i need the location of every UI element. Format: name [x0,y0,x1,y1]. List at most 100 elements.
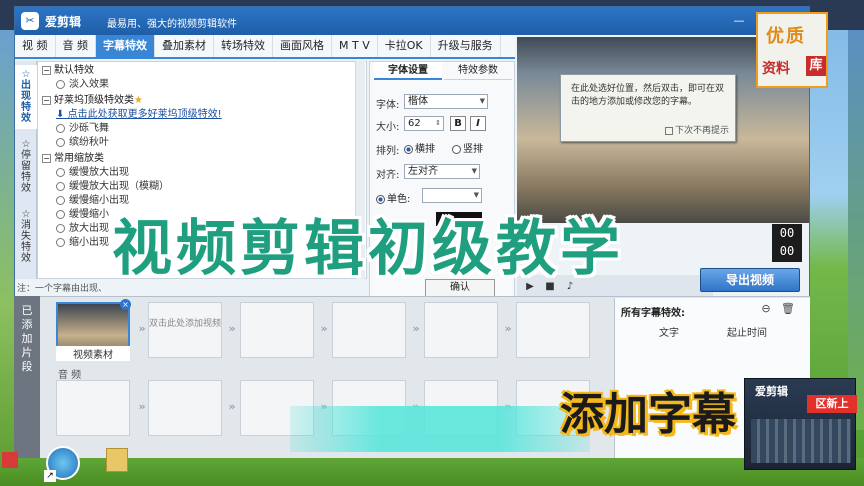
corner-banner: 区新上 [807,395,857,413]
effect-item[interactable]: 缓慢放大出现 [56,166,129,180]
align-select[interactable]: 左对齐 ▼ [404,164,480,179]
title-bar: ✂ 爱剪辑 最易用、强大的视频剪辑软件 — [15,7,809,35]
size-input[interactable]: 62 ⇕ [404,116,444,131]
empty-clip-slot[interactable] [332,302,406,358]
tab-video[interactable]: 视 频 [15,35,56,57]
export-video-button[interactable]: 导出视频 [700,268,800,292]
tab-transition[interactable]: 转场特效 [214,35,273,57]
category-zoom[interactable]: − 常用缩放类 [42,152,104,166]
tab-style[interactable]: 画面风格 [273,35,332,57]
vnav-stay[interactable]: ☆ 停留特效 [15,135,37,199]
vnav-disappear-label: 消失特效 [21,220,31,264]
minimize-icon[interactable]: — [731,14,747,28]
vnav-stay-label: 停留特效 [21,150,31,194]
tab-overlay[interactable]: 叠加素材 [155,35,214,57]
tab-font-settings[interactable]: 字体设置 [374,62,442,80]
timecode-line: 00 [779,226,795,240]
category-default[interactable]: − 默认特效 [42,64,94,78]
bold-button[interactable]: B [450,116,466,131]
corner-city-image [751,419,851,463]
fx-panel-title: 所有字幕特效: [621,308,685,319]
tab-audio[interactable]: 音 频 [56,35,96,57]
tab-karaoke[interactable]: 卡拉OK [378,35,431,57]
clip-label: 视频素材 [56,346,130,361]
back-icon[interactable]: ⊖ [759,302,773,316]
audio-track-label: 音 频 [58,370,82,381]
font-select[interactable]: 楷体 ▼ [404,94,488,109]
tab-effect-params[interactable]: 特效参数 [444,62,512,80]
badge-text-library: 库 [806,56,826,76]
effect-label: 放大出现 [69,223,109,234]
radio-icon [56,137,65,147]
category-hollywood[interactable]: − 好莱坞顶级特效类★ [42,94,143,108]
effect-item[interactable]: 缓慢缩小 [56,208,109,222]
radio-icon [56,209,65,219]
chevron-right-icon: » [504,322,512,335]
effect-label: 缓慢放大出现（模糊） [69,181,169,192]
trash-icon[interactable]: 🗑 [781,302,795,316]
effect-item[interactable]: 淡入效果 [56,78,109,92]
effect-label: 淡入效果 [69,79,109,90]
italic-button[interactable]: I [470,116,486,131]
hint-tooltip: 在此处选好位置，然后双击，即可在双击的地方添加或修改您的字幕。 下次不再提示 [560,74,736,142]
empty-clip-slot[interactable] [240,302,314,358]
vnav-appear-label: 出现特效 [21,80,31,124]
download-more-link[interactable]: ⬇ 点击此处获取更多好莱坞顶级特效! [56,108,222,122]
desktop-app-icon[interactable] [2,452,18,468]
layout-horizontal-radio[interactable]: 横排 [404,140,435,155]
effect-label: 缩小出现 [69,237,109,248]
size-label: 大小: [376,122,400,133]
collapse-icon: − [42,65,51,75]
layout-horizontal-label: 横排 [415,144,435,155]
radio-icon [56,223,65,233]
chevron-right-icon: » [228,322,236,335]
empty-clip-slot[interactable] [516,302,590,358]
empty-clip-slot[interactable] [148,302,222,358]
added-clips-side-label: 已添加片段 [14,296,40,458]
tab-mtv[interactable]: M T V [332,35,378,57]
layout-vertical-radio[interactable]: 竖排 [452,140,483,155]
tab-subtitle-effects[interactable]: 字幕特效 [96,35,155,57]
tab-upgrade[interactable]: 升级与服务 [431,35,501,57]
hint-dont-show-checkbox[interactable]: 下次不再提示 [665,123,729,136]
chevron-right-icon: » [412,322,420,335]
star-icon: ★ [134,95,143,106]
effect-item[interactable]: 沙砾飞舞 [56,122,109,136]
font-value: 楷体 [408,96,428,107]
app-name: 爱剪辑 [45,15,82,29]
highlight-bar [290,406,590,452]
font-label: 字体: [376,100,400,111]
vnav-disappear[interactable]: ☆ 消失特效 [15,205,37,269]
chevron-down-icon: ▼ [479,97,485,105]
hint-checkbox-label: 下次不再提示 [675,126,730,136]
app-slogan: 最易用、强大的视频剪辑软件 [107,19,237,30]
download-link-label: 点击此处获取更多好莱坞顶级特效! [67,109,222,120]
checkbox-icon [665,126,673,135]
chevron-right-icon: » [228,400,236,413]
empty-slot-hint: 双击此处添加视频 [148,319,221,329]
radio-icon [56,123,65,133]
category-label: 好莱坞顶级特效类 [54,95,134,106]
effect-label: 缓慢缩小 [69,209,109,220]
folder-icon[interactable] [106,448,128,472]
empty-clip-slot[interactable] [424,302,498,358]
effect-label: 缓慢放大出现 [69,167,129,178]
star-icon: ☆ [21,139,31,150]
align-label: 对齐: [376,170,400,181]
badge-text-quality: 优质 [766,26,806,47]
effect-item[interactable]: 缓慢放大出现（模糊） [56,180,169,194]
close-icon[interactable]: × [120,299,131,310]
radio-icon [56,237,65,247]
effect-item[interactable]: 放大出现 [56,222,109,236]
audio-slot[interactable] [148,380,222,436]
vnav-appear[interactable]: ☆ 出现特效 [15,65,37,129]
effect-item[interactable]: 缩小出现 [56,236,109,250]
layout-label: 排列: [376,146,400,157]
fx-col-text: 文字 [659,328,679,339]
star-icon: ☆ [21,209,31,220]
effect-item[interactable]: 缤纷秋叶 [56,136,109,150]
audio-slot[interactable] [56,380,130,436]
vertical-nav: ☆ 出现特效 ☆ 停留特效 ☆ 消失特效 [15,61,37,279]
shortcut-arrow-icon: ↗ [44,470,56,482]
fx-col-start: 起止时间 [727,328,767,339]
